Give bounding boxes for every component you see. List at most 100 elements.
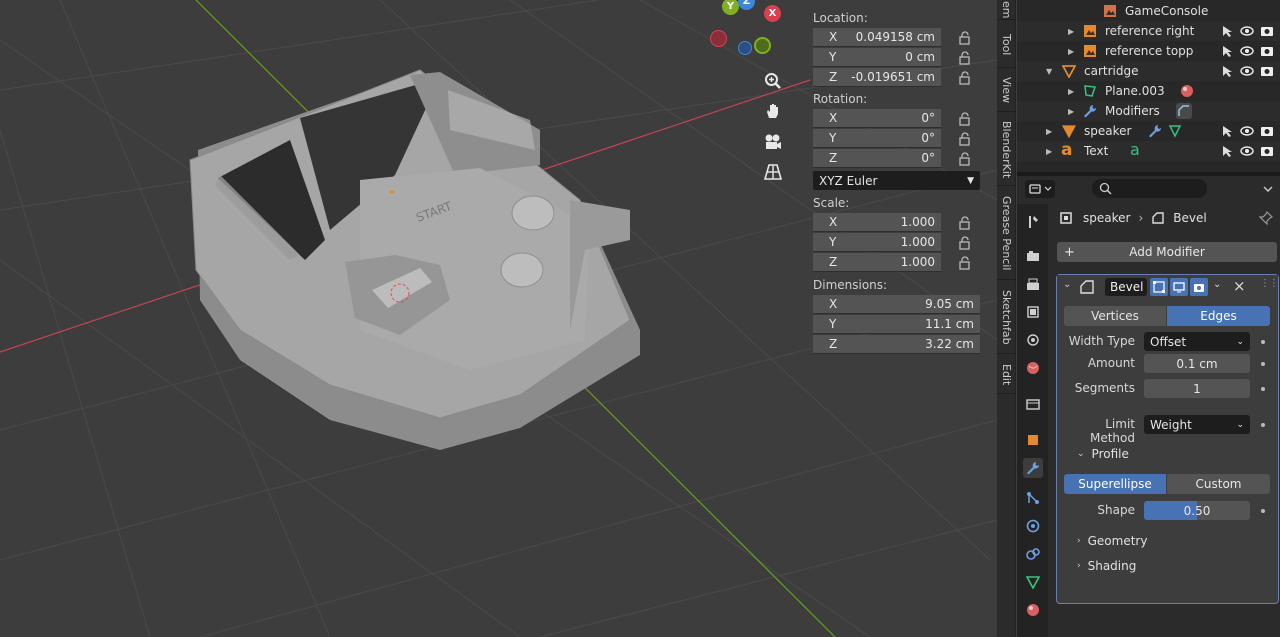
outliner-row[interactable]: ▶ Modifiers: [1017, 101, 1280, 121]
dimension-z-field[interactable]: Z 3.22 cm: [813, 335, 980, 354]
affect-edges-button[interactable]: Edges: [1167, 306, 1270, 326]
render-toggle-icon[interactable]: [1190, 278, 1208, 296]
keyframe-dot-icon[interactable]: [1261, 362, 1265, 366]
scale-z-field[interactable]: Z 1.000: [813, 253, 941, 272]
collapse-arrow-icon[interactable]: ▼: [1046, 67, 1052, 76]
tab-blenderkit[interactable]: BlenderKit: [997, 114, 1016, 186]
tab-tool[interactable]: Tool: [997, 22, 1016, 68]
zoom-icon[interactable]: [759, 67, 787, 95]
tab-grease-pencil[interactable]: Grease Pencil: [997, 188, 1016, 280]
camera-icon[interactable]: [1260, 44, 1274, 58]
rotation-mode-select[interactable]: XYZ Euler ▼: [813, 171, 980, 190]
amount-field[interactable]: 0.1 cm: [1144, 354, 1250, 373]
eye-icon[interactable]: [1240, 44, 1254, 58]
drag-handle-icon[interactable]: ⋮⋮⋮: [1260, 278, 1280, 289]
scale-y-field[interactable]: Y 1.000: [813, 233, 941, 252]
lock-icon[interactable]: [958, 112, 972, 126]
select-arrow-icon[interactable]: [1220, 24, 1234, 38]
camera-icon[interactable]: [1260, 64, 1274, 78]
object-tab-icon[interactable]: [1023, 430, 1043, 450]
profile-superellipse-button[interactable]: Superellipse: [1064, 474, 1166, 494]
constraints-tab-icon[interactable]: [1023, 544, 1043, 564]
modifier-name-field[interactable]: Bevel: [1105, 278, 1147, 296]
3d-viewport[interactable]: START Y Z X Location: X0.049158 cm Y0 c: [0, 0, 997, 637]
scene-tab-icon[interactable]: [1023, 330, 1043, 350]
outliner-row[interactable]: ▶ speaker: [1017, 121, 1280, 141]
dimension-y-field[interactable]: Y 11.1 cm: [813, 315, 980, 334]
search-input[interactable]: [1092, 179, 1207, 198]
location-y-field[interactable]: Y0 cm: [813, 48, 941, 67]
gizmo-neg-x-ball[interactable]: [710, 30, 727, 47]
collection-tab-icon[interactable]: [1023, 394, 1043, 414]
shading-subpanel-header[interactable]: › Shading: [1077, 559, 1136, 573]
viewport-display-toggle-icon[interactable]: [1170, 278, 1188, 296]
rotation-x-field[interactable]: X 0°: [813, 109, 941, 128]
affect-vertices-button[interactable]: Vertices: [1064, 306, 1166, 326]
world-tab-icon[interactable]: [1023, 358, 1043, 378]
editor-type-button[interactable]: [1025, 180, 1055, 198]
tool-tab-icon[interactable]: [1023, 212, 1043, 232]
lock-icon[interactable]: [958, 71, 972, 85]
select-arrow-icon[interactable]: [1220, 64, 1234, 78]
output-tab-icon[interactable]: [1023, 274, 1043, 294]
profile-custom-button[interactable]: Custom: [1167, 474, 1270, 494]
dimension-x-field[interactable]: X 9.05 cm: [813, 295, 980, 314]
keyframe-dot-icon[interactable]: [1261, 387, 1265, 391]
outliner-row[interactable]: GameConsole: [1017, 1, 1280, 21]
collapse-chevron-icon[interactable]: ⌄: [1063, 279, 1071, 290]
profile-subpanel-header[interactable]: ⌄ Profile: [1077, 447, 1129, 461]
expand-arrow-icon[interactable]: ▶: [1068, 87, 1074, 96]
keyframe-dot-icon[interactable]: [1261, 423, 1265, 427]
lock-icon[interactable]: [958, 51, 972, 65]
tab-edit[interactable]: Edit: [997, 356, 1016, 394]
lock-icon[interactable]: [958, 216, 972, 230]
location-z-field[interactable]: Z -0.019651 cm: [813, 68, 941, 87]
expand-arrow-icon[interactable]: ▶: [1068, 107, 1074, 116]
eye-icon[interactable]: [1240, 144, 1254, 158]
camera-view-icon[interactable]: [759, 128, 787, 156]
render-tab-icon[interactable]: [1023, 246, 1043, 266]
scale-x-field[interactable]: X 1.000: [813, 213, 941, 232]
limit-method-select[interactable]: Weight ⌄: [1144, 415, 1250, 434]
eye-icon[interactable]: [1240, 124, 1254, 138]
width-type-select[interactable]: Offset ⌄: [1144, 332, 1250, 351]
geometry-subpanel-header[interactable]: › Geometry: [1077, 534, 1147, 548]
material-tab-icon[interactable]: [1023, 600, 1043, 620]
lock-icon[interactable]: [958, 132, 972, 146]
outliner-row[interactable]: ▶ reference topp: [1017, 41, 1280, 61]
keyframe-dot-icon[interactable]: [1261, 340, 1265, 344]
tab-sketchfab[interactable]: Sketchfab: [997, 282, 1016, 354]
shape-slider[interactable]: 0.50: [1144, 501, 1250, 520]
select-arrow-icon[interactable]: [1220, 44, 1234, 58]
expand-arrow-icon[interactable]: ▶: [1068, 47, 1074, 56]
gizmo-neg-y-ball[interactable]: [754, 37, 771, 54]
modifier-tab-icon[interactable]: [1023, 458, 1043, 478]
tab-view[interactable]: View: [997, 70, 1016, 112]
expand-arrow-icon[interactable]: ▶: [1068, 27, 1074, 36]
camera-icon[interactable]: [1260, 144, 1274, 158]
lock-icon[interactable]: [958, 256, 972, 270]
physics-tab-icon[interactable]: [1023, 516, 1043, 536]
pan-hand-icon[interactable]: [759, 97, 787, 125]
select-arrow-icon[interactable]: [1220, 144, 1234, 158]
tab-item[interactable]: em: [997, 0, 1016, 20]
pin-icon[interactable]: [1259, 211, 1273, 225]
close-icon[interactable]: ×: [1233, 277, 1246, 295]
rotation-y-field[interactable]: Y 0°: [813, 129, 941, 148]
location-x-field[interactable]: X 0.049158 cm: [813, 28, 941, 47]
gizmo-x-ball[interactable]: X: [764, 5, 781, 22]
outliner-row[interactable]: ▶ reference right: [1017, 21, 1280, 41]
eye-icon[interactable]: [1240, 24, 1254, 38]
outliner-row[interactable]: ▼ cartridge: [1017, 61, 1280, 81]
rotation-z-field[interactable]: Z 0°: [813, 149, 941, 168]
lock-icon[interactable]: [958, 236, 972, 250]
camera-icon[interactable]: [1260, 24, 1274, 38]
perspective-grid-icon[interactable]: [759, 158, 787, 186]
lock-icon[interactable]: [958, 152, 972, 166]
outliner-row[interactable]: ▶ Plane.003: [1017, 81, 1280, 101]
expand-arrow-icon[interactable]: ▶: [1046, 127, 1052, 136]
eye-icon[interactable]: [1240, 64, 1254, 78]
add-modifier-button[interactable]: + Add Modifier: [1057, 242, 1277, 262]
gizmo-neg-z-ball[interactable]: [738, 41, 752, 55]
keyframe-dot-icon[interactable]: [1261, 509, 1265, 513]
